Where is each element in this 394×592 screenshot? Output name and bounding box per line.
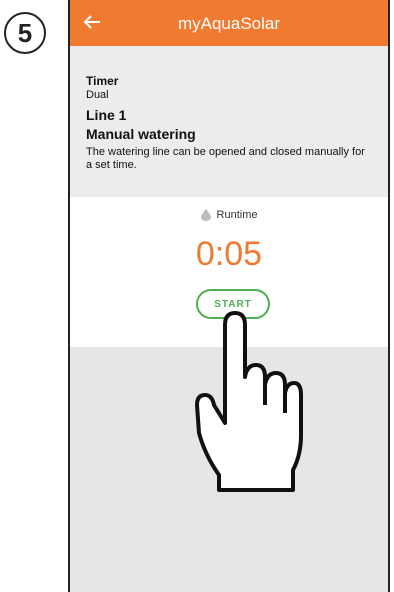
line-name: Line 1 <box>86 107 127 123</box>
water-drop-icon <box>200 209 211 221</box>
pointing-hand-icon <box>195 311 303 492</box>
timer-label: Timer <box>86 74 119 88</box>
line-info-panel: Timer Dual Line 1 Manual watering The wa… <box>70 46 388 197</box>
runtime-value[interactable]: 0:05 <box>70 235 388 274</box>
mode-title: Manual watering <box>86 126 196 142</box>
phone-screen: myAquaSolar Timer Dual Line 1 Manual wat… <box>68 0 390 592</box>
mode-description: The watering line can be opened and clos… <box>86 146 365 171</box>
step-number-badge: 5 <box>4 12 46 54</box>
timer-value: Dual <box>86 89 109 101</box>
runtime-label: Runtime <box>216 209 258 221</box>
app-title: myAquaSolar <box>177 14 281 33</box>
runtime-header: Runtime <box>70 209 388 221</box>
app-bar: myAquaSolar <box>70 0 388 46</box>
